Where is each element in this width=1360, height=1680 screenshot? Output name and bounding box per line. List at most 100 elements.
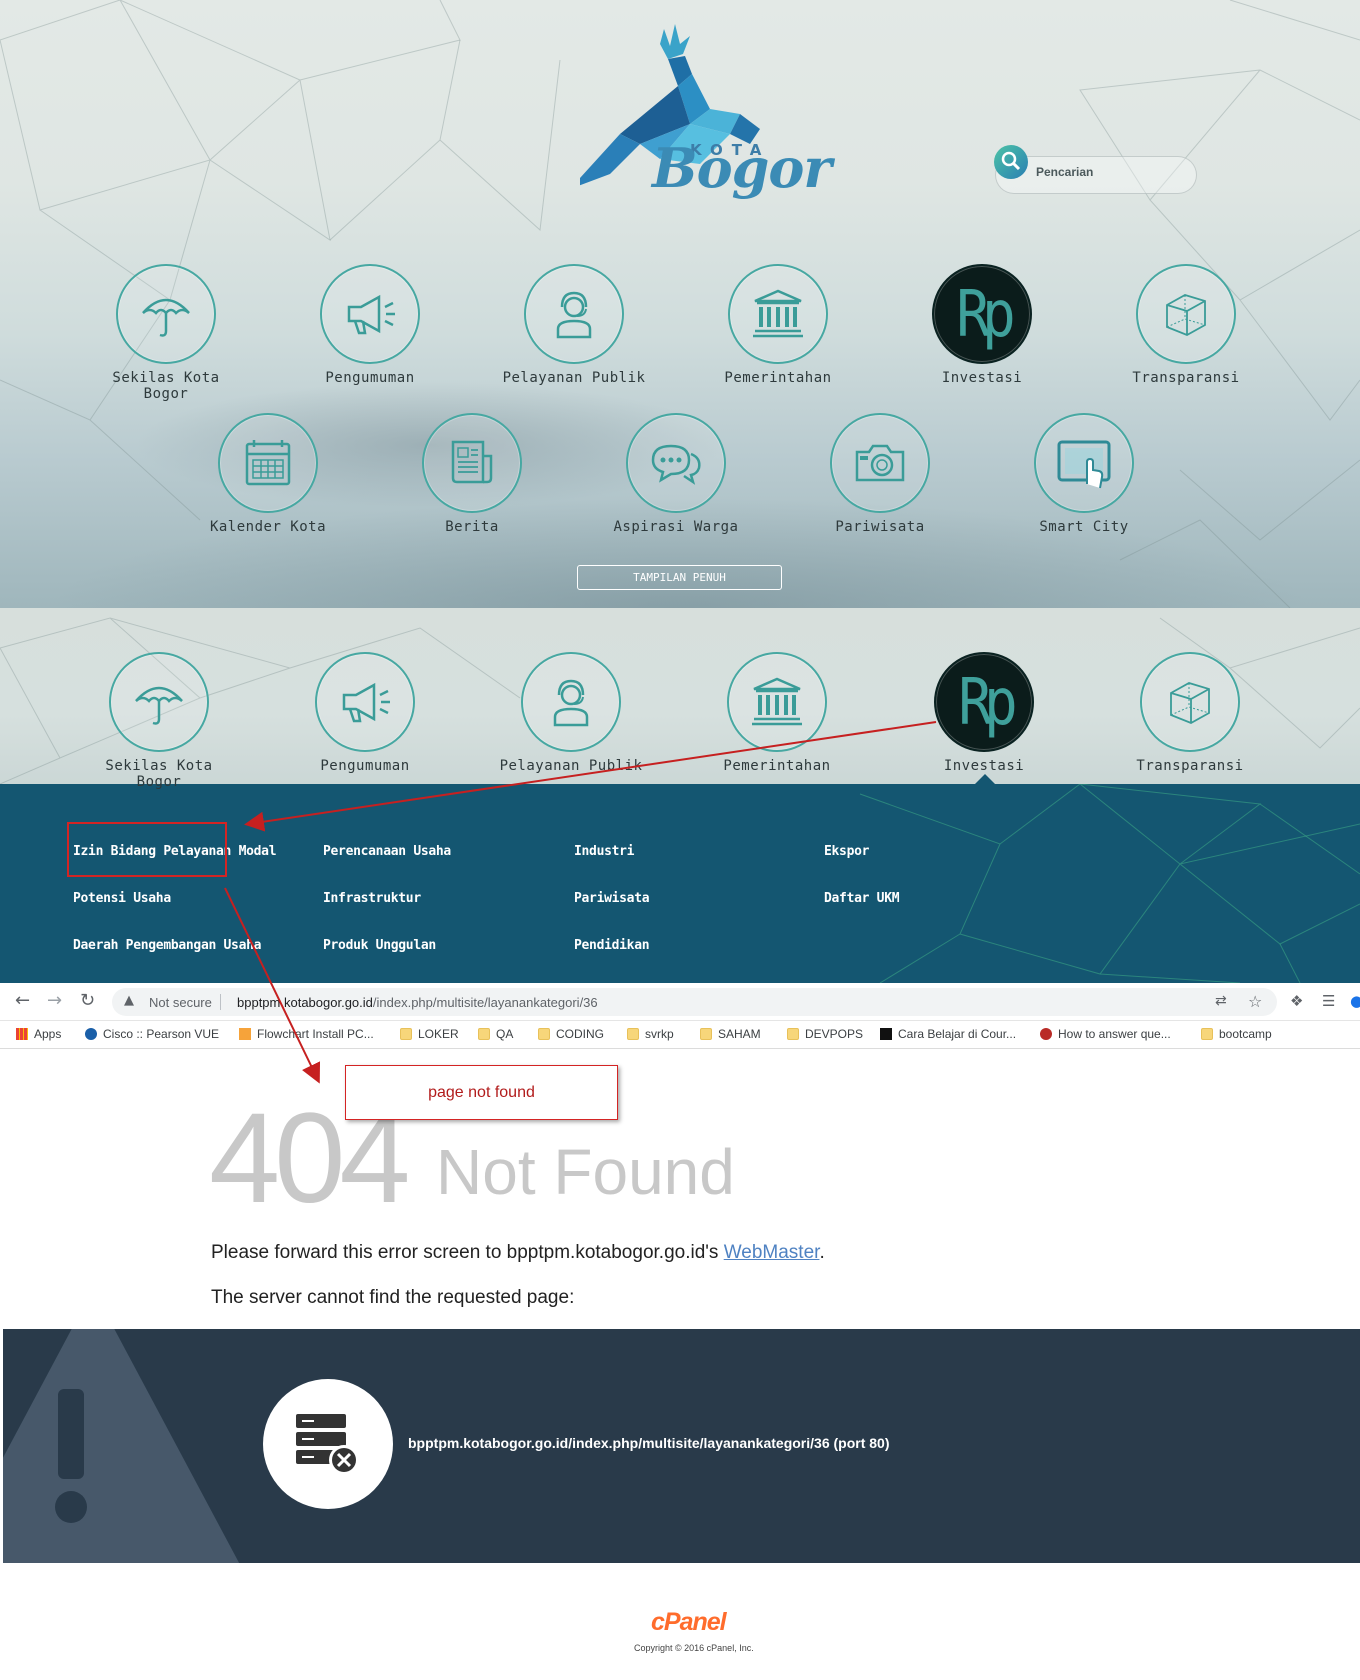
menu-item-berita[interactable]: Berita [392,413,552,553]
menu-item-pelayanan-publik[interactable]: Pelayanan Publik [494,264,654,404]
error-message-suffix: . [819,1242,825,1263]
apps-grid-icon [16,1028,28,1040]
bookmark-label: SAHAM [718,1027,761,1041]
address-bar-row: ← → ↻ ▲ Not secure bpptpm.kotabogor.go.i… [0,983,1360,1021]
rupiah-icon-text: Rp [956,276,1016,352]
menu-label: Sekilas Kota Bogor [105,758,213,790]
menu-label: Pengumuman [320,758,410,774]
submenu-link-potensi-usaha[interactable]: Potensi Usaha [73,891,171,906]
submenu-link-perencanaan-usaha[interactable]: Perencanaan Usaha [323,844,451,859]
menu-item-smart-city[interactable]: Smart City [1004,413,1164,553]
bookmark-label: bootcamp [1219,1027,1272,1041]
megaphone-icon [320,264,420,364]
menu-item-pelayanan-publik[interactable]: Pelayanan Publik [491,652,651,792]
bookmark-label: Cisco :: Pearson VUE [103,1027,220,1041]
bookmark-quora[interactable]: How to answer que... [1040,1027,1171,1041]
menu-item-sekilas-kota-bogor[interactable]: Sekilas Kota Bogor [86,264,246,404]
background-network-lines [859,783,1360,983]
bookmark-qa[interactable]: QA [478,1027,513,1041]
bookmark-pearson[interactable]: Cisco :: Pearson VUE [85,1027,219,1041]
annotation-note: page not found [345,1065,618,1120]
menu-item-aspirasi-warga[interactable]: Aspirasi Warga [596,413,756,553]
menu-label: Investasi [941,370,1023,386]
media-queue-icon[interactable]: ☰ [1322,992,1335,1010]
annotation-highlight-box [67,822,227,877]
menu-item-pemerintahan[interactable]: Pemerintahan [698,264,858,404]
menu-item-sekilas-kota-bogor[interactable]: Sekilas Kota Bogor [79,652,239,792]
rupiah-icon-text: Rp [958,664,1018,740]
folder-icon [627,1028,639,1040]
menu-label: Smart City [1039,519,1129,535]
megaphone-icon [315,652,415,752]
bookmark-apps[interactable]: Apps [16,1027,61,1041]
menu-label: Pelayanan Publik [499,758,643,774]
logo-bogor-text: Bogor [652,136,832,200]
headset-agent-icon [521,652,621,752]
bookmark-star-icon[interactable]: ☆ [1248,992,1262,1011]
menu-label: Berita [445,519,499,535]
menu-label: Pariwisata [835,519,925,535]
calendar-icon [218,413,318,513]
omnibox[interactable]: ▲ Not secure bpptpm.kotabogor.go.id/inde… [112,988,1277,1016]
menu-label: Pelayanan Publik [502,370,646,386]
menu-label: Kalender Kota [209,519,327,535]
menu-item-pemerintahan[interactable]: Pemerintahan [697,652,857,792]
menu-item-transparansi[interactable]: Transparansi [1106,264,1266,404]
newspaper-icon [422,413,522,513]
bookmark-label: Flowchart Install PC... [257,1027,374,1041]
submenu-link-ekspor[interactable]: Ekspor [824,844,869,859]
submenu-link-daftar-ukm[interactable]: Daftar UKM [824,891,900,906]
submenu-link-infrastruktur[interactable]: Infrastruktur [323,891,421,906]
submenu-link-daerah-pengembangan-usaha[interactable]: Daerah Pengembangan Usaha [73,938,261,953]
folder-icon [400,1028,412,1040]
bookmark-bootcamp[interactable]: bootcamp [1201,1027,1272,1041]
menu-item-transparansi[interactable]: Transparansi [1110,652,1270,792]
submenu-link-pendidikan[interactable]: Pendidikan [574,938,650,953]
extensions-puzzle-icon[interactable]: ❖ [1290,992,1303,1010]
bookmark-label: LOKER [418,1027,459,1041]
rupiah-icon: Rp [932,264,1032,364]
submenu-link-produk-unggulan[interactable]: Produk Unggulan [323,938,436,953]
bookmark-coding[interactable]: CODING [538,1027,604,1041]
folder-icon [787,1028,799,1040]
submenu-links-area [0,783,1360,983]
back-arrow-icon[interactable]: ← [15,990,30,1011]
government-building-icon [728,264,828,364]
medium-icon [880,1028,892,1040]
bookmark-flowchart[interactable]: Flowchart Install PC... [239,1027,374,1041]
portal-home-panel: KOTA Bogor Sekilas Kota Bogor Pengumuman… [0,0,1360,608]
bookmark-devpops[interactable]: DEVPOPS [787,1027,863,1041]
menu-item-kalender-kota[interactable]: Kalender Kota [188,413,348,553]
bookmark-coursera[interactable]: Cara Belajar di Cour... [880,1027,1016,1041]
submenu-link-pariwisata[interactable]: Pariwisata [574,891,650,906]
search-icon[interactable] [994,145,1028,179]
warning-triangle-icon: ▲ [124,993,134,1008]
error-title: Not Found [436,1136,735,1208]
menu-item-pariwisata[interactable]: Pariwisata [800,413,960,553]
translate-icon[interactable]: ⇄ [1215,993,1227,1009]
bookmarks-bar: Apps Cisco :: Pearson VUE Flowchart Inst… [0,1021,1360,1049]
headset-agent-icon [524,264,624,364]
forward-arrow-icon[interactable]: → [47,990,62,1011]
full-view-button[interactable]: TAMPILAN PENUH [577,565,782,590]
bookmark-label: svrkp [645,1027,674,1041]
profile-avatar-icon[interactable]: ● [1350,992,1360,1010]
menu-item-investasi[interactable]: Rp Investasi [902,264,1062,404]
bookmark-loker[interactable]: LOKER [400,1027,459,1041]
bookmark-saham[interactable]: SAHAM [700,1027,761,1041]
url-host: bpptpm.kotabogor.go.id [237,995,373,1010]
reload-icon[interactable]: ↻ [80,990,95,1011]
folder-icon [700,1028,712,1040]
menu-label: Transparansi [1136,758,1244,774]
requested-url: bpptpm.kotabogor.go.id/index.php/multisi… [408,1435,890,1451]
error-message-2: The server cannot find the requested pag… [211,1287,575,1308]
url-text[interactable]: bpptpm.kotabogor.go.id/index.php/multisi… [237,995,598,1010]
submenu-link-industri[interactable]: Industri [574,844,635,859]
webmaster-link[interactable]: WebMaster [724,1242,820,1263]
menu-item-pengumuman[interactable]: Pengumuman [290,264,450,404]
search-input[interactable] [1036,165,1186,179]
bookmark-svrkp[interactable]: svrkp [627,1027,674,1041]
security-status[interactable]: Not secure [149,995,212,1010]
menu-item-investasi[interactable]: Rp Investasi [904,652,1064,792]
menu-item-pengumuman[interactable]: Pengumuman [285,652,445,792]
